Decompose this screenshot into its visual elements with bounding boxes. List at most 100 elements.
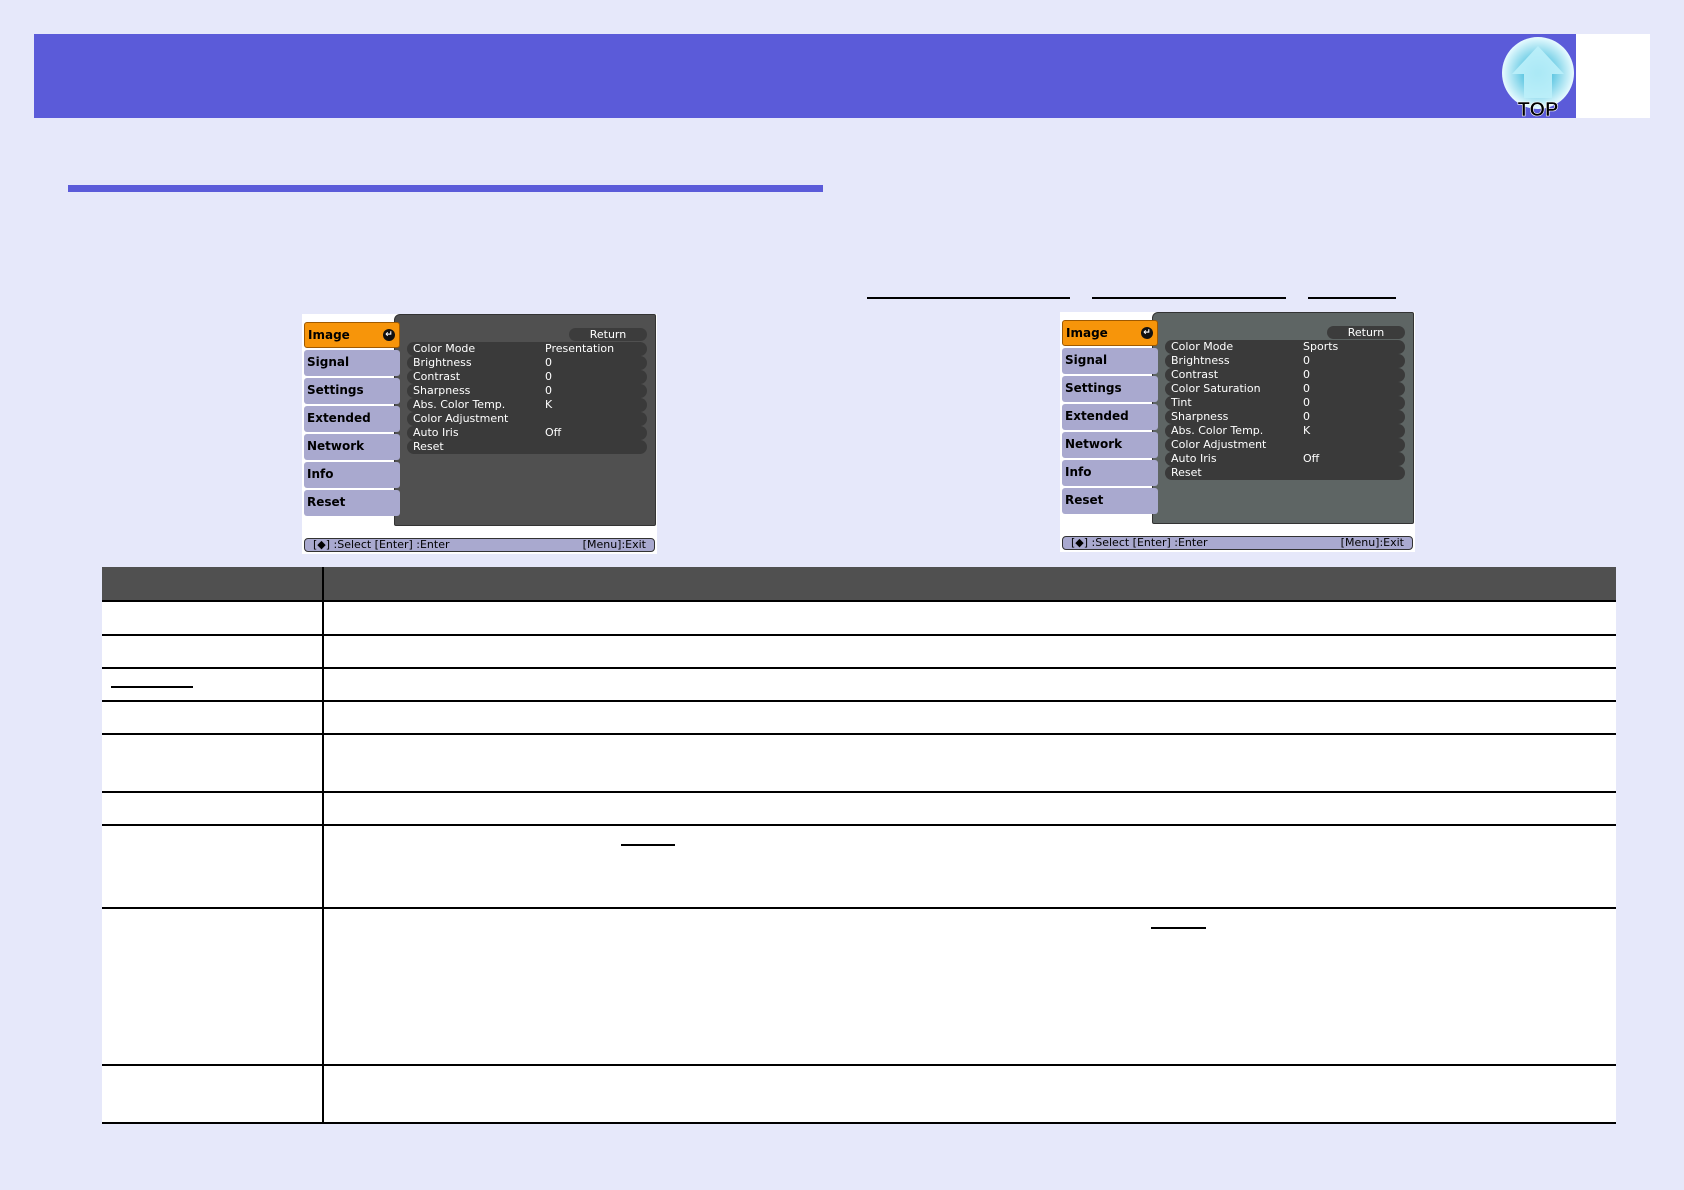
menu-tab-label: Info [1065,465,1092,479]
image-menu-sports: Return Color Mode Sports Brightness 0 Contras… [1060,312,1415,552]
menu-row-label: Color Adjustment [1171,438,1267,451]
menu-row[interactable]: Contrast 0 [1165,368,1405,382]
menu-row[interactable]: Color Adjustment [407,412,647,426]
image-menu-presentation: Return Color Mode Presentation Brightness 0 C… [302,314,657,554]
menu-row-label: Reset [1171,466,1202,479]
menu-tab-label: Network [307,439,365,453]
menu-row[interactable]: Reset [407,440,647,454]
menu-tab-reset[interactable]: Reset [304,490,400,516]
table-row [102,701,1616,735]
menu-row-value: 0 [1303,368,1310,381]
footer-exit: [Menu]:Exit [582,538,646,551]
menu-row-label: Color Mode [1171,340,1234,353]
footer-help: [◆] :Select [Enter] :Enter [1071,536,1208,549]
menu-row[interactable]: Brightness 0 [407,356,647,370]
menu-tab-label: Extended [307,411,371,425]
enter-icon: ↵ [383,329,395,341]
menu-row-value: K [545,398,553,411]
menu-row-label: Reset [413,440,444,453]
table-row [102,1065,1616,1124]
link-underline[interactable] [111,686,193,688]
menu-tab-image[interactable]: Image ↵ [1062,320,1158,346]
menu-tab-signal[interactable]: Signal [304,350,400,376]
table-row [102,734,1616,793]
link-underline[interactable] [621,844,675,846]
menu-tab-info[interactable]: Info [1062,460,1158,486]
settings-table [102,567,1616,1124]
menu-row-label: Brightness [1171,354,1230,367]
menu-row[interactable]: Tint 0 [1165,396,1405,410]
top-home-icon[interactable]: TOP [1498,36,1578,118]
link-underline[interactable] [867,297,1070,299]
link-underline[interactable] [1092,297,1286,299]
menu-row-label: Auto Iris [1171,452,1217,465]
menu-row[interactable]: Color Adjustment [1165,438,1405,452]
menu-tab-extended[interactable]: Extended [1062,404,1158,430]
table-row [102,668,1616,702]
menu-footer: [◆] :Select [Enter] :Enter [Menu]:Exit [1062,536,1413,550]
menu-row-label: Brightness [413,356,472,369]
menu-row-value: 0 [545,356,552,369]
menu-row-value: 0 [1303,354,1310,367]
menu-tab-label: Settings [1065,381,1122,395]
menu-row[interactable]: Color Mode Sports [1165,340,1405,354]
menu-row-label: Abs. Color Temp. [1171,424,1264,437]
menu-tab-label: Extended [1065,409,1129,423]
table-header [102,567,1616,602]
menu-tab-label: Network [1065,437,1123,451]
menu-row-label: Auto Iris [413,426,459,439]
menu-tab-label: Reset [307,495,346,509]
footer-help: [◆] :Select [Enter] :Enter [313,538,450,551]
menu-tab-network[interactable]: Network [1062,432,1158,458]
menu-row-value: 0 [545,384,552,397]
menu-row-label: Color Adjustment [413,412,509,425]
table-row [102,635,1616,669]
menu-tab-settings[interactable]: Settings [304,378,400,404]
table-row [102,792,1616,826]
return-button[interactable]: Return [1327,326,1405,339]
return-button[interactable]: Return [569,328,647,341]
menu-row[interactable]: Auto Iris Off [407,426,647,440]
svg-text:TOP: TOP [1518,99,1559,118]
menu-row-label: Sharpness [413,384,471,397]
menu-row[interactable]: Brightness 0 [1165,354,1405,368]
menu-row-value: Presentation [545,342,615,355]
menu-tab-image[interactable]: Image ↵ [304,322,400,348]
menu-tab-signal[interactable]: Signal [1062,348,1158,374]
menu-tab-info[interactable]: Info [304,462,400,488]
menu-tab-extended[interactable]: Extended [304,406,400,432]
menu-row[interactable]: Contrast 0 [407,370,647,384]
menu-row[interactable]: Auto Iris Off [1165,452,1405,466]
menu-row-value: Sports [1303,340,1339,353]
enter-icon: ↵ [1141,327,1153,339]
section-rule [68,185,823,192]
menu-tab-reset[interactable]: Reset [1062,488,1158,514]
menu-row-label: Color Mode [413,342,476,355]
menu-row[interactable]: Abs. Color Temp. K [407,398,647,412]
menu-row[interactable]: Sharpness 0 [407,384,647,398]
table-row [102,601,1616,636]
menu-row-label: Sharpness [1171,410,1229,423]
menu-footer: [◆] :Select [Enter] :Enter [Menu]:Exit [304,538,655,552]
menu-row-label: Contrast [1171,368,1219,381]
menu-row-value: 0 [545,370,552,383]
menu-row-value: 0 [1303,396,1310,409]
menu-row[interactable]: Color Saturation 0 [1165,382,1405,396]
menu-tab-label: Signal [307,355,350,369]
menu-panel: Return Color Mode Sports Brightness 0 Contras… [1152,312,1414,524]
menu-row[interactable]: Reset [1165,466,1405,480]
menu-tab-network[interactable]: Network [304,434,400,460]
menu-panel: Return Color Mode Presentation Brightness 0 C… [394,314,656,526]
menu-row[interactable]: Abs. Color Temp. K [1165,424,1405,438]
menu-tab-label: Image [1066,326,1108,340]
menu-tab-label: Image [308,328,350,342]
table-row [102,825,1616,909]
header-bar [34,34,1576,118]
link-underline[interactable] [1308,297,1396,299]
menu-row[interactable]: Color Mode Presentation [407,342,647,356]
menu-row-value: K [1303,424,1311,437]
footer-exit: [Menu]:Exit [1340,536,1404,549]
menu-row[interactable]: Sharpness 0 [1165,410,1405,424]
menu-tab-settings[interactable]: Settings [1062,376,1158,402]
link-underline[interactable] [1151,927,1206,929]
